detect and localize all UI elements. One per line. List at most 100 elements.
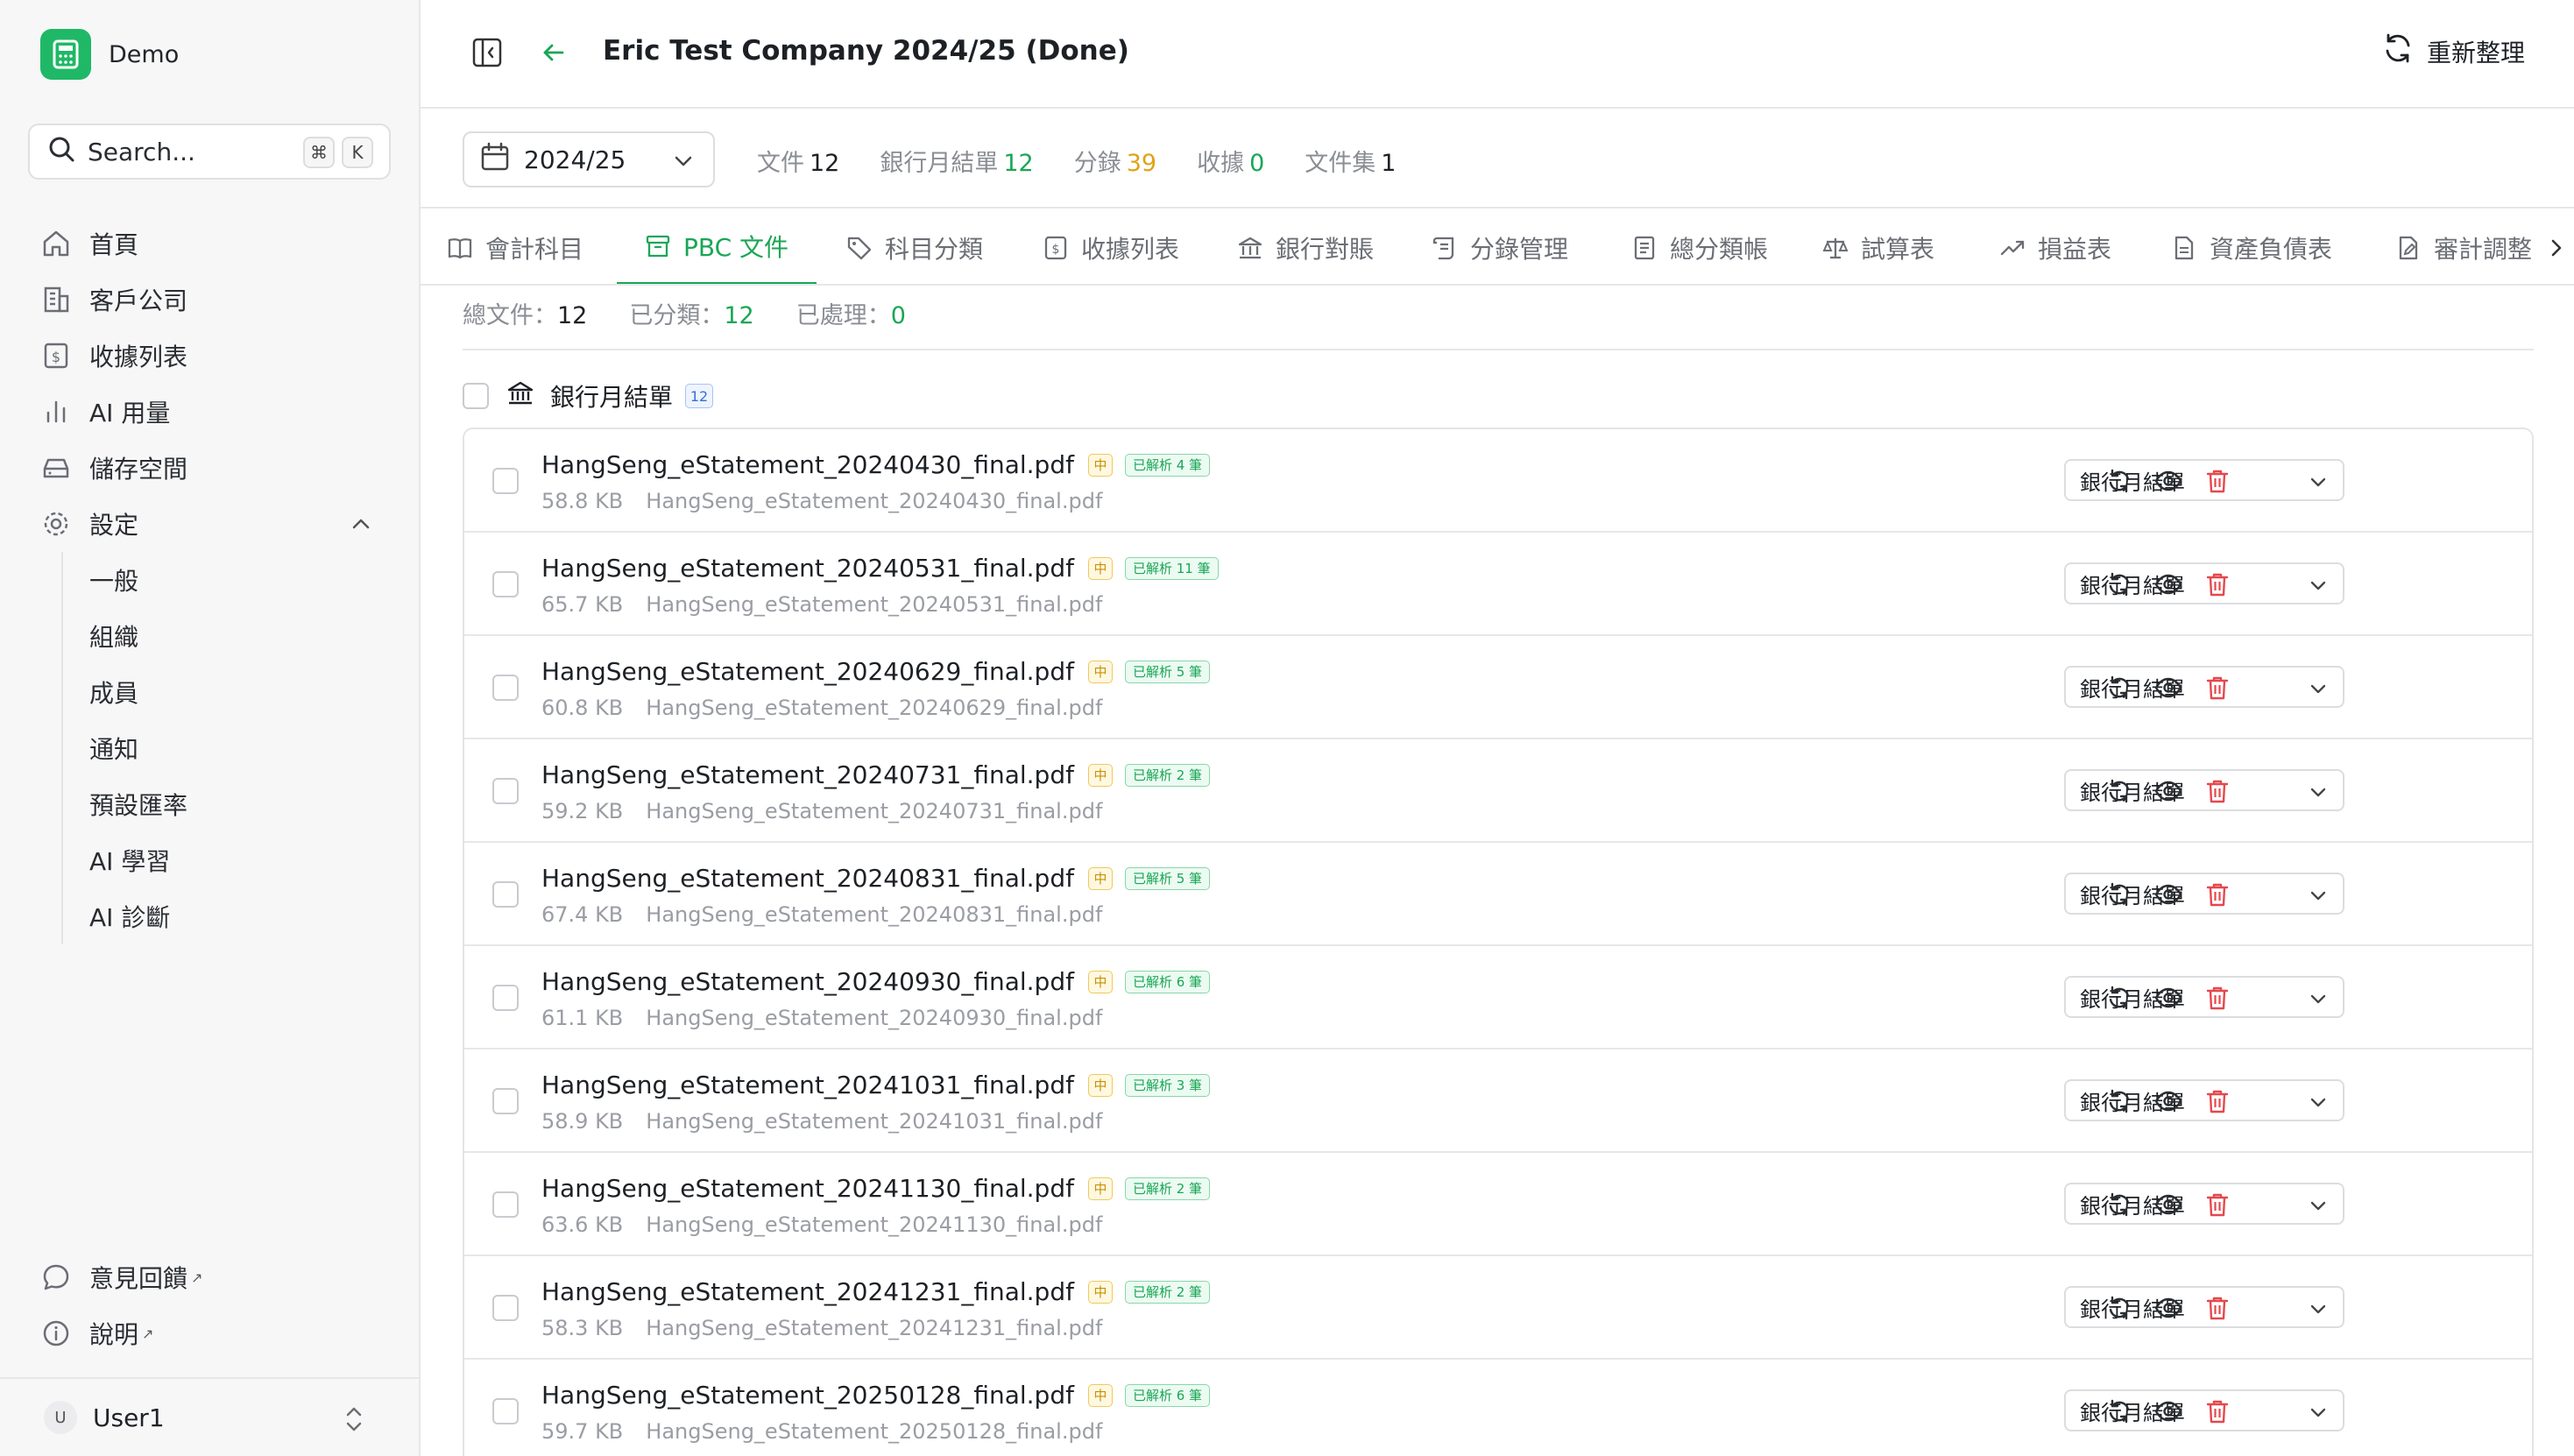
sidebar-item-clients[interactable]: 客戶公司 xyxy=(40,272,391,328)
eye-icon[interactable] xyxy=(2153,1086,2183,1116)
back-arrow-icon[interactable] xyxy=(540,39,568,73)
file-name[interactable]: HangSeng_eStatement_20241031_final.pdf xyxy=(541,1071,1074,1099)
tab-income-statement[interactable]: 損益表 xyxy=(1999,210,2111,284)
tab-receipts[interactable]: $ 收據列表 xyxy=(1043,210,1179,284)
file-select-checkbox[interactable] xyxy=(492,571,519,597)
tab-account-classification[interactable]: 科目分類 xyxy=(846,210,983,284)
trash-icon[interactable] xyxy=(2203,1396,2232,1426)
sidebar-item-ai-learning[interactable]: AI 學習 xyxy=(89,832,391,888)
tabs-scroll-right-icon[interactable] xyxy=(2539,210,2574,284)
period-select[interactable]: 2024/25 xyxy=(463,131,715,187)
group-select-checkbox[interactable] xyxy=(463,383,489,409)
tab-general-ledger[interactable]: 總分類帳 xyxy=(1631,210,1768,284)
sidebar-item-storage[interactable]: 儲存空間 xyxy=(40,440,391,496)
tab-trial-balance[interactable]: 試算表 xyxy=(1822,210,1935,284)
reprocess-icon[interactable] xyxy=(2104,1086,2134,1116)
file-select-checkbox[interactable] xyxy=(492,468,519,494)
stat-entries: 分錄 39 xyxy=(1073,150,1157,177)
eye-icon[interactable] xyxy=(2153,776,2183,806)
eye-icon[interactable] xyxy=(2153,569,2183,599)
file-name[interactable]: HangSeng_eStatement_20241130_final.pdf xyxy=(541,1174,1074,1203)
file-name[interactable]: HangSeng_eStatement_20240629_final.pdf xyxy=(541,657,1074,686)
trash-icon[interactable] xyxy=(2203,776,2232,806)
file-select-checkbox[interactable] xyxy=(492,1191,519,1218)
file-select-checkbox[interactable] xyxy=(492,778,519,804)
file-select-checkbox[interactable] xyxy=(492,881,519,908)
trash-icon[interactable] xyxy=(2203,466,2232,496)
file-name[interactable]: HangSeng_eStatement_20240731_final.pdf xyxy=(541,760,1074,789)
refresh-button[interactable]: 重新整理 xyxy=(2381,32,2525,71)
file-name[interactable]: HangSeng_eStatement_20240831_final.pdf xyxy=(541,864,1074,893)
sidebar-item-general[interactable]: 一般 xyxy=(89,552,391,608)
trash-icon[interactable] xyxy=(2203,673,2232,703)
trash-icon[interactable] xyxy=(2203,1190,2232,1219)
reprocess-icon[interactable] xyxy=(2104,569,2134,599)
tab-balance-sheet[interactable]: 資產負債表 xyxy=(2171,210,2332,284)
external-link-icon: ↗ xyxy=(191,1269,203,1286)
confidence-badge: 中 xyxy=(1087,866,1113,890)
feedback-link[interactable]: 意見回饋 ↗ xyxy=(40,1249,391,1305)
eye-icon[interactable] xyxy=(2153,983,2183,1013)
tab-label: 試算表 xyxy=(1861,235,1935,264)
reprocess-icon[interactable] xyxy=(2104,1396,2134,1426)
file-title: HangSeng_eStatement_20240831_final.pdf 中… xyxy=(541,864,1211,893)
reprocess-icon[interactable] xyxy=(2104,880,2134,909)
sidebar-item-home[interactable]: 首頁 xyxy=(40,216,391,272)
file-select-checkbox[interactable] xyxy=(492,985,519,1011)
sidebar-item-ai-usage[interactable]: AI 用量 xyxy=(40,384,391,440)
trash-icon[interactable] xyxy=(2203,1293,2232,1323)
sidebar-bottom: 意見回饋 ↗ 說明 ↗ xyxy=(40,1249,391,1361)
file-name[interactable]: HangSeng_eStatement_20240930_final.pdf xyxy=(541,967,1074,996)
sidebar-item-organization[interactable]: 組織 xyxy=(89,608,391,664)
file-select-checkbox[interactable] xyxy=(492,1088,519,1114)
trash-icon[interactable] xyxy=(2203,1086,2232,1116)
settings-subnav: 一般 組織 成員 通知 預設匯率 AI 學習 AI 診斷 xyxy=(61,552,391,944)
tab-label: 分錄管理 xyxy=(1470,235,1569,264)
reprocess-icon[interactable] xyxy=(2104,1190,2134,1219)
sidebar-item-default-fx[interactable]: 預設匯率 xyxy=(89,776,391,832)
eye-icon[interactable] xyxy=(2153,673,2183,703)
reprocess-icon[interactable] xyxy=(2104,983,2134,1013)
file-meta: 59.7 KB HangSeng_eStatement_20250128_fina… xyxy=(541,1419,1102,1444)
file-name[interactable]: HangSeng_eStatement_20241231_final.pdf xyxy=(541,1277,1074,1306)
user-menu[interactable]: U User1 xyxy=(0,1377,419,1456)
sidebar-item-ai-diagnosis[interactable]: AI 診斷 xyxy=(89,888,391,944)
file-select-checkbox[interactable] xyxy=(492,1295,519,1321)
sidebar-toggle-icon[interactable] xyxy=(471,37,503,74)
chevron-up-icon[interactable] xyxy=(349,512,373,542)
file-name[interactable]: HangSeng_eStatement_20250128_final.pdf xyxy=(541,1381,1074,1410)
reprocess-icon[interactable] xyxy=(2104,1293,2134,1323)
eye-icon[interactable] xyxy=(2153,1190,2183,1219)
sidebar-item-members[interactable]: 成員 xyxy=(89,664,391,720)
confidence-badge: 中 xyxy=(1087,1280,1113,1304)
help-link[interactable]: 說明 ↗ xyxy=(40,1305,391,1361)
trash-icon[interactable] xyxy=(2203,569,2232,599)
file-select-checkbox[interactable] xyxy=(492,1398,519,1424)
reprocess-icon[interactable] xyxy=(2104,673,2134,703)
tab-audit-adjustments[interactable]: 審計調整 xyxy=(2395,210,2532,284)
file-meta: 58.3 KB HangSeng_eStatement_20241231_fina… xyxy=(541,1316,1102,1340)
trash-icon[interactable] xyxy=(2203,983,2232,1013)
sidebar-item-notifications[interactable]: 通知 xyxy=(89,720,391,776)
brand[interactable]: Demo xyxy=(40,29,179,80)
eye-icon[interactable] xyxy=(2153,1396,2183,1426)
tab-journal-entries[interactable]: 分錄管理 xyxy=(1432,210,1569,284)
file-name[interactable]: HangSeng_eStatement_20240531_final.pdf xyxy=(541,554,1074,583)
file-select-checkbox[interactable] xyxy=(492,675,519,701)
tab-bank-reconciliation[interactable]: 銀行對賬 xyxy=(1237,210,1374,284)
eye-icon[interactable] xyxy=(2153,880,2183,909)
reprocess-icon[interactable] xyxy=(2104,776,2134,806)
tab-pbc-documents[interactable]: PBC 文件 xyxy=(617,210,817,284)
chevron-down-icon xyxy=(2308,1298,2329,1325)
file-row: HangSeng_eStatement_20250128_final.pdf 中… xyxy=(464,1360,2532,1456)
file-name[interactable]: HangSeng_eStatement_20240430_final.pdf xyxy=(541,450,1074,479)
sidebar-item-receipts[interactable]: $ 收據列表 xyxy=(40,328,391,384)
chevrons-up-down-icon[interactable] xyxy=(342,1403,366,1441)
eye-icon[interactable] xyxy=(2153,466,2183,496)
trash-icon[interactable] xyxy=(2203,880,2232,909)
eye-icon[interactable] xyxy=(2153,1293,2183,1323)
sidebar-item-settings[interactable]: 設定 xyxy=(40,496,391,552)
reprocess-icon[interactable] xyxy=(2104,466,2134,496)
search-button[interactable]: Search... ⌘ K xyxy=(28,124,391,180)
tab-chart-of-accounts[interactable]: 會計科目 xyxy=(447,210,583,284)
